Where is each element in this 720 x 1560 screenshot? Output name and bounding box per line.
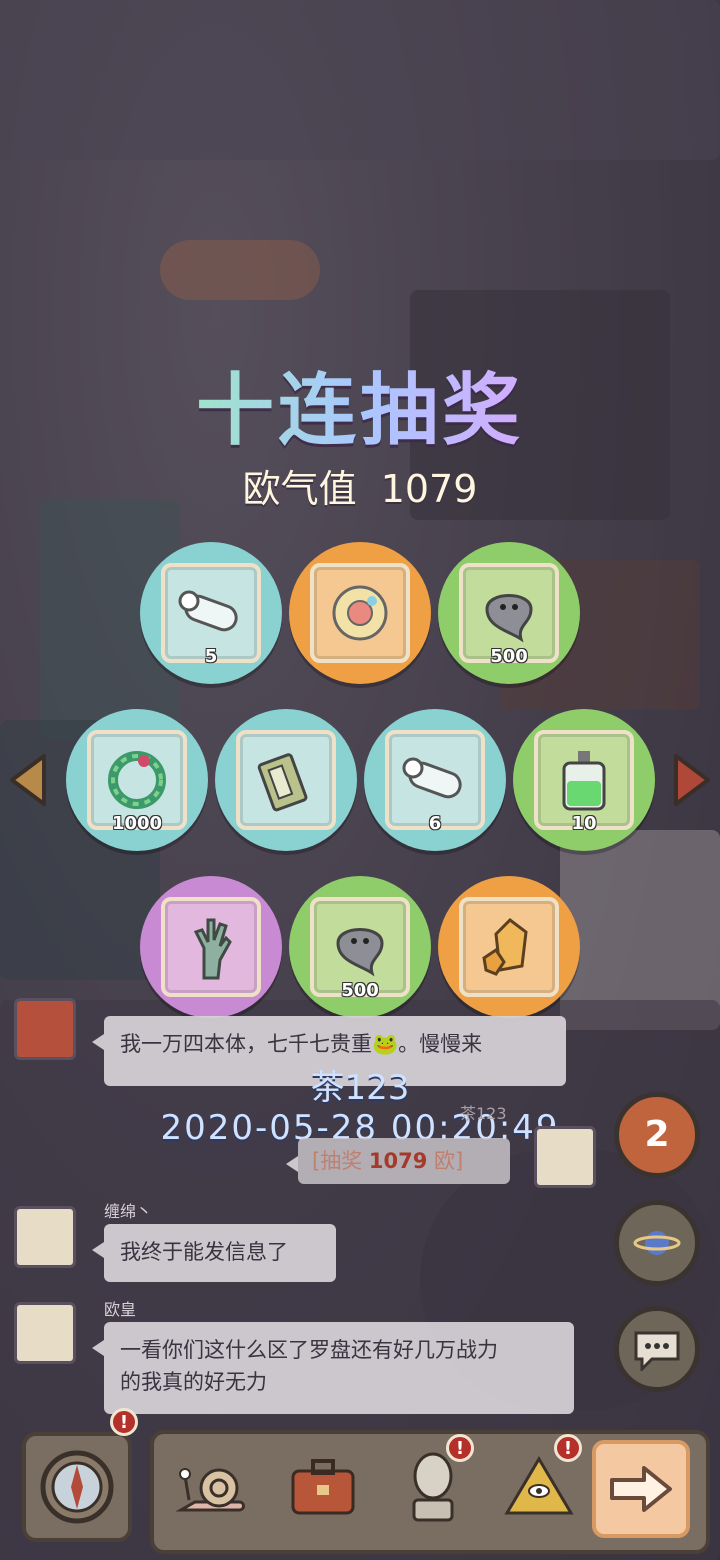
reward-item[interactable]: 500 bbox=[438, 542, 580, 684]
next-arrow-icon bbox=[610, 1466, 672, 1512]
reward-card bbox=[161, 897, 261, 997]
system-username: 茶123 bbox=[460, 1104, 507, 1123]
compass-icon bbox=[40, 1450, 114, 1524]
planet-button[interactable] bbox=[614, 1200, 700, 1286]
winner-name: 茶123 bbox=[310, 1068, 410, 1108]
book-icon bbox=[257, 753, 308, 812]
snail-icon bbox=[175, 1468, 245, 1512]
reward-item[interactable] bbox=[289, 542, 431, 684]
next-page-arrow-icon[interactable] bbox=[672, 752, 712, 808]
chat-username: 缠绵丶 bbox=[104, 1202, 153, 1221]
zombie-hand-icon bbox=[193, 918, 232, 980]
chat-message: 一看你们这什么区了罗盘还有好几万战力 bbox=[120, 1338, 498, 1362]
prev-page-arrow-icon[interactable] bbox=[8, 752, 48, 808]
reward-card bbox=[236, 730, 336, 830]
count-badge: 2 bbox=[644, 1114, 670, 1155]
alert-badge: ! bbox=[554, 1434, 582, 1462]
nav-briefcase[interactable] bbox=[282, 1446, 364, 1528]
scroll-icon bbox=[178, 590, 238, 632]
chat-bubble: 我终于能发信息了 bbox=[92, 1224, 336, 1282]
alert-badge: ! bbox=[446, 1434, 474, 1462]
avatar[interactable] bbox=[14, 1206, 76, 1268]
reward-qty: 6 bbox=[428, 813, 442, 834]
reward-item[interactable]: 500 bbox=[289, 876, 431, 1018]
reward-item[interactable] bbox=[215, 709, 357, 851]
pyramid-icon bbox=[504, 1456, 574, 1515]
ten-draw-title: 十连抽奖 bbox=[0, 348, 720, 460]
planet-icon bbox=[633, 1231, 681, 1255]
ghost-blob-icon bbox=[336, 928, 384, 977]
ghost-blob-icon bbox=[485, 594, 533, 643]
reward-qty: 1000 bbox=[111, 813, 163, 834]
potion-icon bbox=[562, 751, 606, 811]
reward-qty: 500 bbox=[490, 646, 528, 667]
chat-message: 我一万四本体，七千七贵重🐸。慢慢来 bbox=[120, 1032, 483, 1056]
reward-item[interactable]: 10 bbox=[513, 709, 655, 851]
reward-item[interactable]: 6 bbox=[364, 709, 506, 851]
system-bubble: [抽奖 1079 欧] bbox=[286, 1138, 510, 1184]
draw-points: 1079 bbox=[368, 1149, 428, 1173]
nav-snail[interactable] bbox=[172, 1446, 254, 1528]
reward-card bbox=[310, 563, 410, 663]
reward-item[interactable] bbox=[140, 876, 282, 1018]
luck-value-line: 欧气值 1079 bbox=[0, 458, 720, 513]
alert-badge: ! bbox=[110, 1408, 138, 1436]
crystal-icon bbox=[482, 918, 528, 976]
avatar[interactable] bbox=[534, 1126, 596, 1188]
scroll-icon bbox=[402, 757, 462, 799]
reward-qty: 500 bbox=[341, 980, 379, 1001]
reward-item[interactable]: 1000 bbox=[66, 709, 208, 851]
luck-label: 欧气值 bbox=[242, 467, 357, 511]
reward-card bbox=[459, 897, 559, 997]
chat-message: 的我真的好无力 bbox=[120, 1370, 267, 1394]
reward-item[interactable]: 5 bbox=[140, 542, 282, 684]
chat-username: 欧皇 bbox=[104, 1300, 137, 1319]
chat-bubble: 一看你们这什么区了罗盘还有好几万战力 的我真的好无力 bbox=[92, 1322, 574, 1414]
avatar[interactable] bbox=[14, 998, 76, 1060]
reward-item[interactable] bbox=[438, 876, 580, 1018]
compass-button[interactable] bbox=[22, 1432, 132, 1542]
briefcase-icon bbox=[291, 1459, 355, 1515]
compass-disc-icon bbox=[332, 585, 388, 641]
next-button[interactable] bbox=[592, 1440, 690, 1538]
count-button[interactable]: 2 bbox=[614, 1092, 700, 1178]
chat-button[interactable] bbox=[614, 1306, 700, 1392]
chat-message: 我终于能发信息了 bbox=[120, 1240, 288, 1264]
reward-qty: 10 bbox=[571, 813, 597, 834]
reward-qty: 5 bbox=[204, 646, 218, 667]
luck-value: 1079 bbox=[380, 467, 478, 511]
speech-bubble-icon bbox=[634, 1331, 680, 1371]
wreath-icon bbox=[108, 751, 166, 809]
avatar[interactable] bbox=[14, 1302, 76, 1364]
